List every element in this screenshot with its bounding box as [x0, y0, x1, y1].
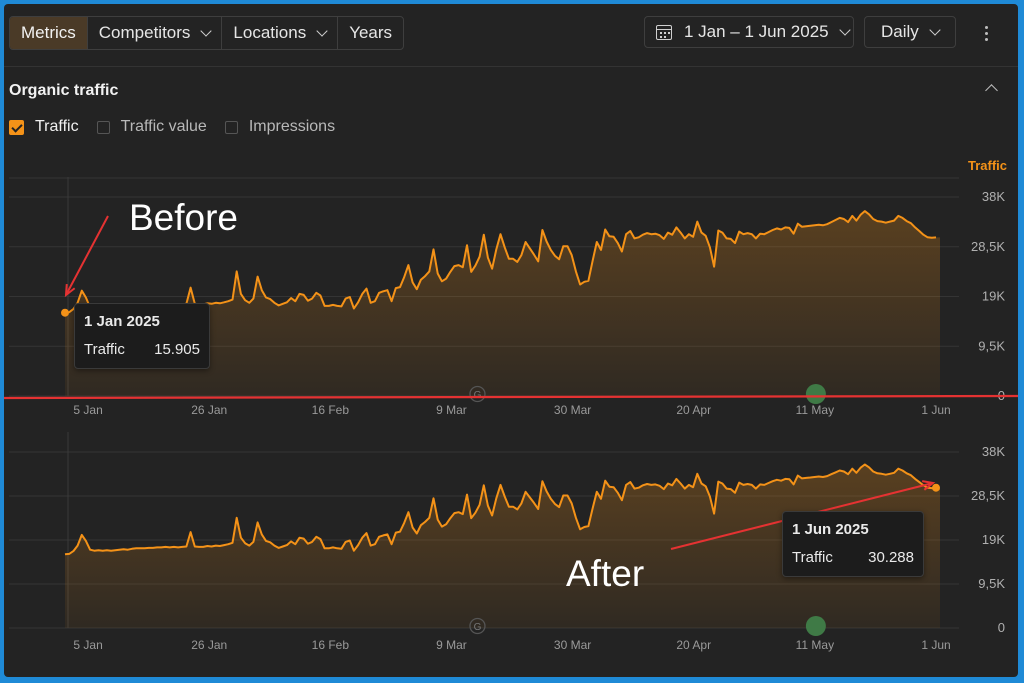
y-tick-label: 19K [982, 532, 1005, 547]
x-tick-label: 26 Jan [191, 403, 227, 417]
before-label: Before [129, 197, 238, 238]
google-update-icon-glyph: G [474, 390, 482, 401]
tooltip-date: 1 Jan 2025 [84, 313, 160, 330]
x-tick-label: 26 Jan [191, 638, 227, 652]
end-point-marker [932, 483, 940, 492]
y-tick-label: 38K [982, 189, 1005, 204]
tooltip-series: Traffic [84, 341, 125, 358]
y-tick-label: 28,5K [971, 488, 1005, 503]
event-marker[interactable] [805, 616, 826, 636]
tooltip-date: 1 Jun 2025 [792, 521, 869, 538]
after-label: After [566, 553, 644, 594]
start-point-marker [61, 308, 69, 317]
x-tick-label: 16 Feb [312, 638, 350, 652]
x-tick-label: 9 Mar [436, 638, 467, 652]
x-tick-label: 1 Jun [921, 638, 950, 652]
x-tick-label: 9 Mar [436, 403, 467, 417]
x-tick-label: 5 Jan [73, 403, 102, 417]
google-update-icon-glyph: G [474, 622, 482, 633]
x-tick-label: 20 Apr [676, 403, 711, 417]
x-tick-label: 20 Apr [676, 638, 711, 652]
y-tick-label: 19K [982, 289, 1005, 304]
tooltip-value: 30.288 [868, 549, 914, 566]
y-tick-label: 28,5K [971, 239, 1005, 254]
x-tick-label: 5 Jan [73, 638, 102, 652]
before-arrow [65, 215, 109, 296]
x-tick-label: 11 May [796, 638, 834, 652]
x-tick-label: 16 Feb [312, 403, 350, 417]
app-window: Metrics Competitors Locations Years 1 Ja… [4, 4, 1018, 677]
tooltip-series: Traffic [792, 549, 833, 566]
tooltip-start: 1 Jan 2025 Traffic 15.905 [74, 303, 210, 369]
x-tick-label: 30 Mar [554, 638, 591, 652]
x-tick-label: 30 Mar [554, 403, 591, 417]
y-axis-label: Traffic [968, 158, 1007, 173]
y-tick-label: 9,5K [978, 338, 1005, 353]
x-tick-label: 11 May [796, 403, 834, 417]
x-tick-label: 1 Jun [921, 403, 950, 417]
event-marker[interactable] [805, 384, 826, 404]
tooltip-value: 15.905 [154, 341, 200, 358]
y-tick-label: 0 [998, 620, 1005, 635]
y-tick-label: 9,5K [978, 576, 1005, 591]
tooltip-end: 1 Jun 2025 Traffic 30.288 [782, 511, 924, 577]
y-tick-label: 38K [982, 444, 1005, 459]
